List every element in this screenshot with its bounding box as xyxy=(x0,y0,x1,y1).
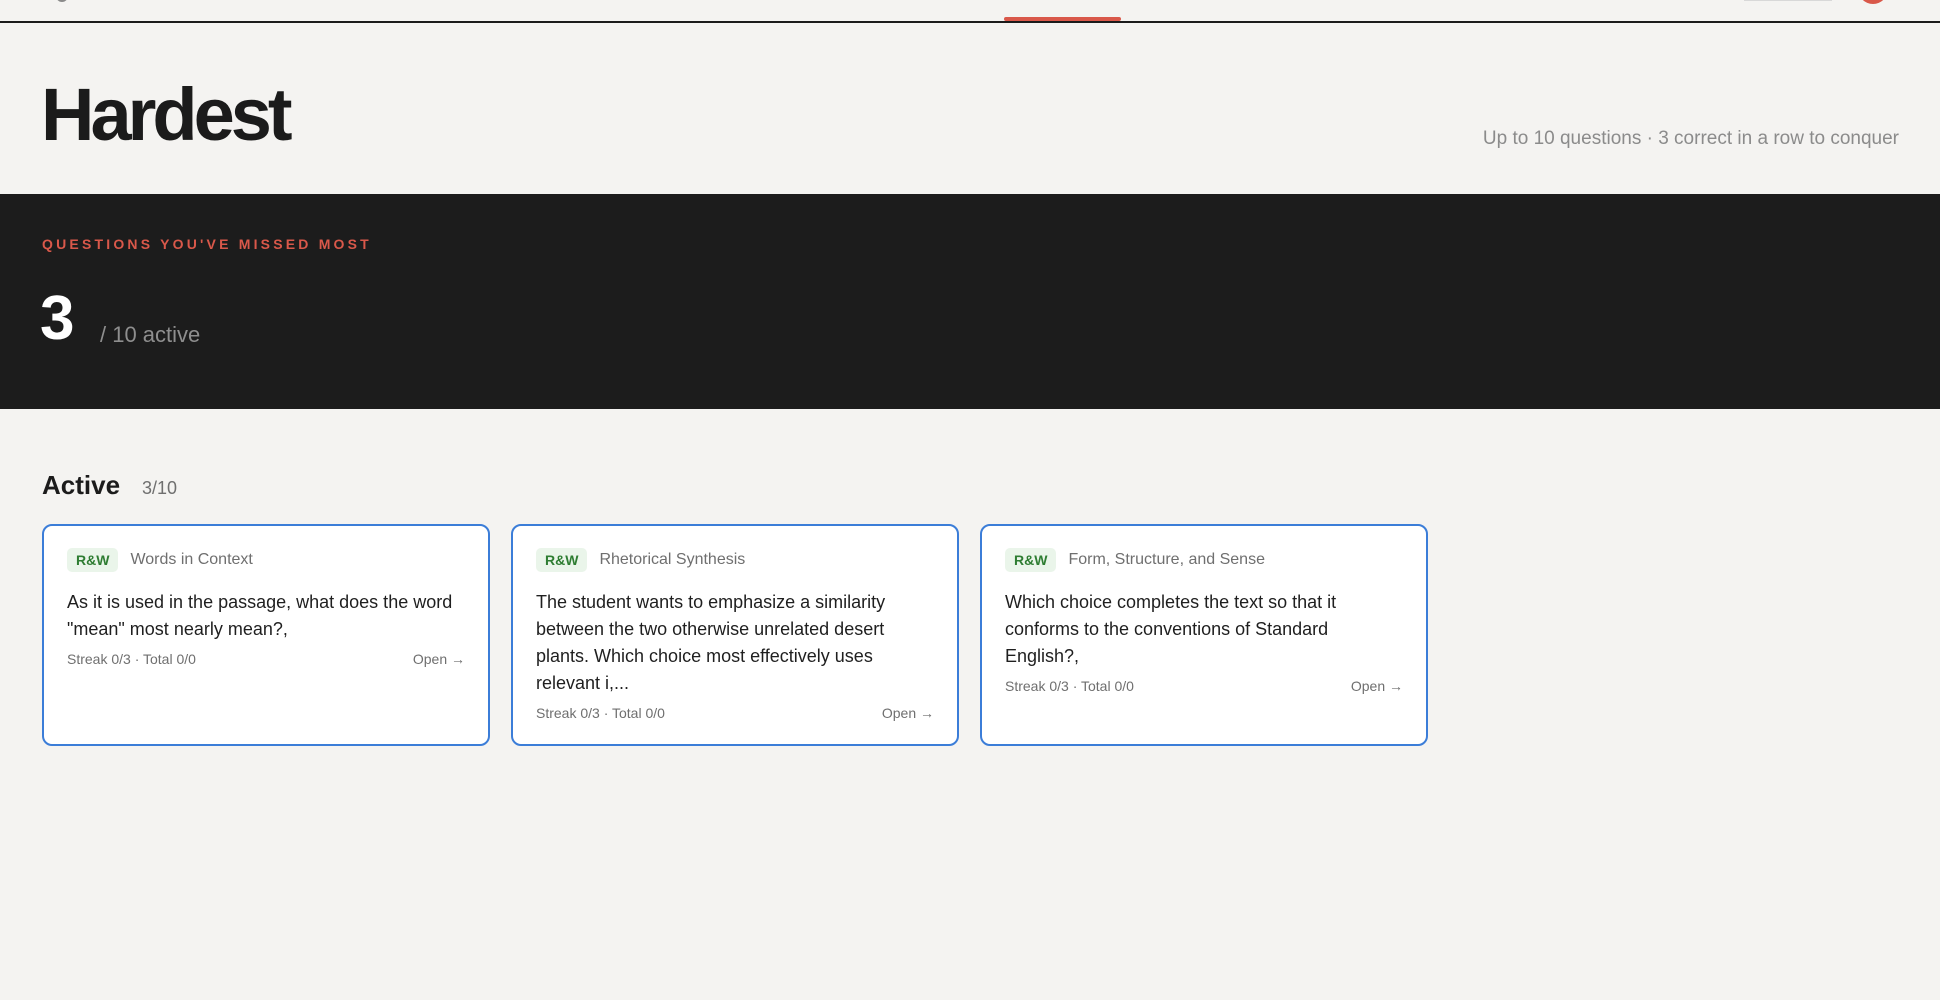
active-count-number: 3 xyxy=(40,284,75,353)
open-question-link[interactable]: Open → xyxy=(882,705,934,721)
question-text: The student wants to emphasize a similar… xyxy=(536,592,886,693)
banner-eyebrow: QUESTIONS YOU'VE MISSED MOST xyxy=(42,236,372,252)
question-category: Rhetorical Synthesis xyxy=(599,551,746,568)
top-nav-bar xyxy=(0,0,1940,23)
nav-active-tab-indicator xyxy=(1004,17,1121,21)
nav-button[interactable] xyxy=(1744,0,1832,1)
question-category: Words in Context xyxy=(130,551,253,568)
question-text: Which choice completes the text so that … xyxy=(1005,592,1337,666)
subject-badge: R&W xyxy=(67,548,119,572)
question-stats: Streak 0/3 · Total 0/0 xyxy=(536,705,665,721)
question-stats: Streak 0/3 · Total 0/0 xyxy=(67,651,196,667)
question-card[interactable]: R&W Form, Structure, and Sense Which cho… xyxy=(980,524,1428,746)
open-question-link[interactable]: Open → xyxy=(413,651,465,667)
subject-badge: R&W xyxy=(1005,548,1057,572)
subject-badge: R&W xyxy=(536,548,588,572)
question-card[interactable]: R&W Words in Context As it is used in th… xyxy=(42,524,490,746)
nav-logo-icon[interactable] xyxy=(56,0,68,2)
active-count-suffix: / 10 active xyxy=(100,322,201,347)
question-card[interactable]: R&W Rhetorical Synthesis The student wan… xyxy=(511,524,959,746)
missed-most-banner: QUESTIONS YOU'VE MISSED MOST 3 / 10 acti… xyxy=(0,194,1940,409)
question-category: Form, Structure, and Sense xyxy=(1068,551,1265,568)
avatar[interactable] xyxy=(1858,0,1888,4)
open-question-link[interactable]: Open → xyxy=(1351,678,1403,694)
question-text: As it is used in the passage, what does … xyxy=(67,592,453,639)
section-count-active: 3/10 xyxy=(142,478,178,498)
page-title: Hardest xyxy=(41,73,293,156)
page-subtitle: Up to 10 questions · 3 correct in a row … xyxy=(1482,128,1899,149)
question-stats: Streak 0/3 · Total 0/0 xyxy=(1005,678,1134,694)
section-title-active: Active xyxy=(42,470,121,500)
